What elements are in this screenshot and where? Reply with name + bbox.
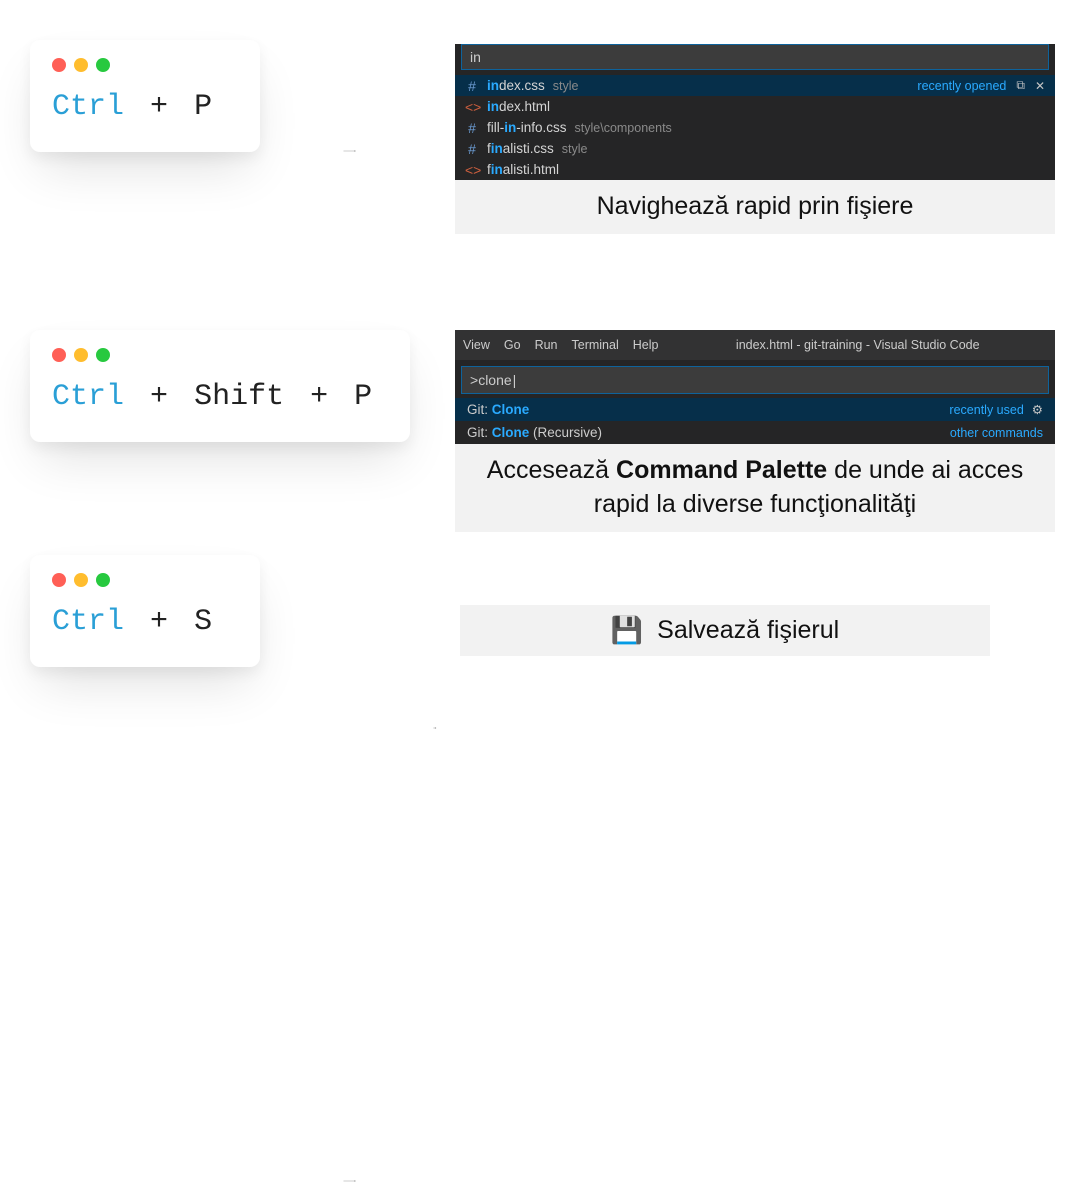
vscode-window: View Go Run Terminal Help index.html - git-t… [455, 330, 1055, 444]
window-traffic-lights [52, 348, 382, 362]
traffic-red-icon [52, 348, 66, 362]
arrow-icon [418, 727, 452, 729]
save-panel: 💾 Salvează fişierul [460, 605, 1060, 656]
quickopen-item[interactable]: # finalisti.css style [455, 138, 1055, 159]
arrow-icon [285, 150, 415, 152]
gear-icon[interactable]: ⚙ [1032, 402, 1043, 417]
floppy-disk-icon: 💾 [611, 615, 643, 646]
command-label: Git: Clone [467, 402, 529, 417]
menu-items: View Go Run Terminal Help [463, 338, 658, 352]
traffic-green-icon [96, 348, 110, 362]
quickopen-item[interactable]: #index.cssstylerecently opened⧉✕ [455, 75, 1055, 96]
key-shift: Shift [194, 380, 284, 414]
palette-caption: Accesează Command Palette de unde ai acc… [455, 444, 1055, 532]
quickopen-item[interactable]: <> index.html [455, 96, 1055, 117]
shortcut-card-save: Ctrl + S [30, 555, 260, 667]
close-icon[interactable]: ✕ [1035, 79, 1045, 93]
file-name: index.html [487, 99, 550, 114]
palette-caption-pre: Accesează [487, 456, 616, 484]
save-caption: Salvează fişierul [657, 616, 839, 645]
shortcut-text: Ctrl + S [52, 605, 238, 639]
command-palette-item[interactable]: Git: Clone recently used⚙ [455, 398, 1055, 421]
quickopen-caption: Navighează rapid prin fişiere [455, 180, 1055, 234]
file-name: index.css [487, 78, 545, 93]
other-commands-label: other commands [950, 426, 1043, 440]
vscode-menubar: View Go Run Terminal Help index.html - git-t… [455, 330, 1055, 360]
quickopen-list: #index.cssstylerecently opened⧉✕<>index.… [455, 75, 1055, 180]
file-name: finalisti.html [487, 162, 559, 177]
file-path: style\components [575, 121, 672, 135]
command-label: Git: Clone (Recursive) [467, 425, 602, 440]
palette-caption-bold: Command Palette [616, 456, 827, 484]
recently-used-label: recently used⚙ [949, 402, 1043, 417]
key-ctrl: Ctrl [52, 380, 124, 414]
key-s: S [194, 605, 212, 639]
menu-item-run[interactable]: Run [535, 338, 558, 352]
command-palette-input[interactable]: >clone [461, 366, 1049, 394]
text-cursor-icon [512, 372, 517, 388]
command-palette-list: Git: Clone recently used⚙ Git: Clone (Recu… [455, 398, 1055, 444]
menu-item-terminal[interactable]: Terminal [572, 338, 619, 352]
menu-item-help[interactable]: Help [633, 338, 659, 352]
key-ctrl: Ctrl [52, 605, 124, 639]
traffic-green-icon [96, 58, 110, 72]
shortcut-card-palette: Ctrl + Shift + P [30, 330, 410, 442]
code-icon: <> [465, 162, 479, 178]
file-name: finalisti.css [487, 141, 554, 156]
shortcut-text: Ctrl + Shift + P [52, 380, 382, 414]
hash-icon: # [465, 78, 479, 94]
traffic-red-icon [52, 573, 66, 587]
quickopen-panel: in #index.cssstylerecently opened⧉✕<>ind… [455, 40, 1055, 234]
quickopen-input[interactable]: in [461, 44, 1049, 70]
vscode-quickopen: in #index.cssstylerecently opened⧉✕<>ind… [455, 44, 1055, 180]
traffic-red-icon [52, 58, 66, 72]
file-name: fill-in-info.css [487, 120, 567, 135]
shortcut-text: Ctrl + P [52, 90, 238, 124]
quickopen-item[interactable]: <> finalisti.html [455, 159, 1055, 180]
quickopen-item[interactable]: # fill-in-info.css style\components [455, 117, 1055, 138]
window-title: index.html - git-training - Visual Studi… [736, 338, 980, 352]
key-p: P [194, 90, 212, 124]
window-traffic-lights [52, 58, 238, 72]
quickopen-query: in [470, 49, 481, 65]
save-caption-box: 💾 Salvează fişierul [460, 605, 990, 656]
file-path: style [562, 142, 588, 156]
key-plus: + [150, 90, 168, 124]
traffic-yellow-icon [74, 58, 88, 72]
key-p: P [354, 380, 372, 414]
command-palette-panel: View Go Run Terminal Help index.html - git-t… [455, 330, 1055, 532]
hash-icon: # [465, 120, 479, 136]
key-plus: + [150, 380, 168, 414]
cp-prefix: > [470, 372, 478, 388]
traffic-green-icon [96, 573, 110, 587]
hash-icon: # [465, 141, 479, 157]
key-plus: + [310, 380, 328, 414]
code-icon: <> [465, 99, 479, 115]
window-traffic-lights [52, 573, 238, 587]
shortcut-card-quickopen: Ctrl + P [30, 40, 260, 152]
key-plus: + [150, 605, 168, 639]
file-path: style [553, 79, 579, 93]
command-palette-item[interactable]: Git: Clone (Recursive) other commands [455, 421, 1055, 444]
traffic-yellow-icon [74, 348, 88, 362]
key-ctrl: Ctrl [52, 90, 124, 124]
menu-item-view[interactable]: View [463, 338, 490, 352]
recently-opened-label: recently opened⧉✕ [917, 78, 1045, 93]
split-editor-icon[interactable]: ⧉ [1016, 78, 1025, 93]
menu-item-go[interactable]: Go [504, 338, 521, 352]
traffic-yellow-icon [74, 573, 88, 587]
cp-query: clone [478, 372, 511, 388]
